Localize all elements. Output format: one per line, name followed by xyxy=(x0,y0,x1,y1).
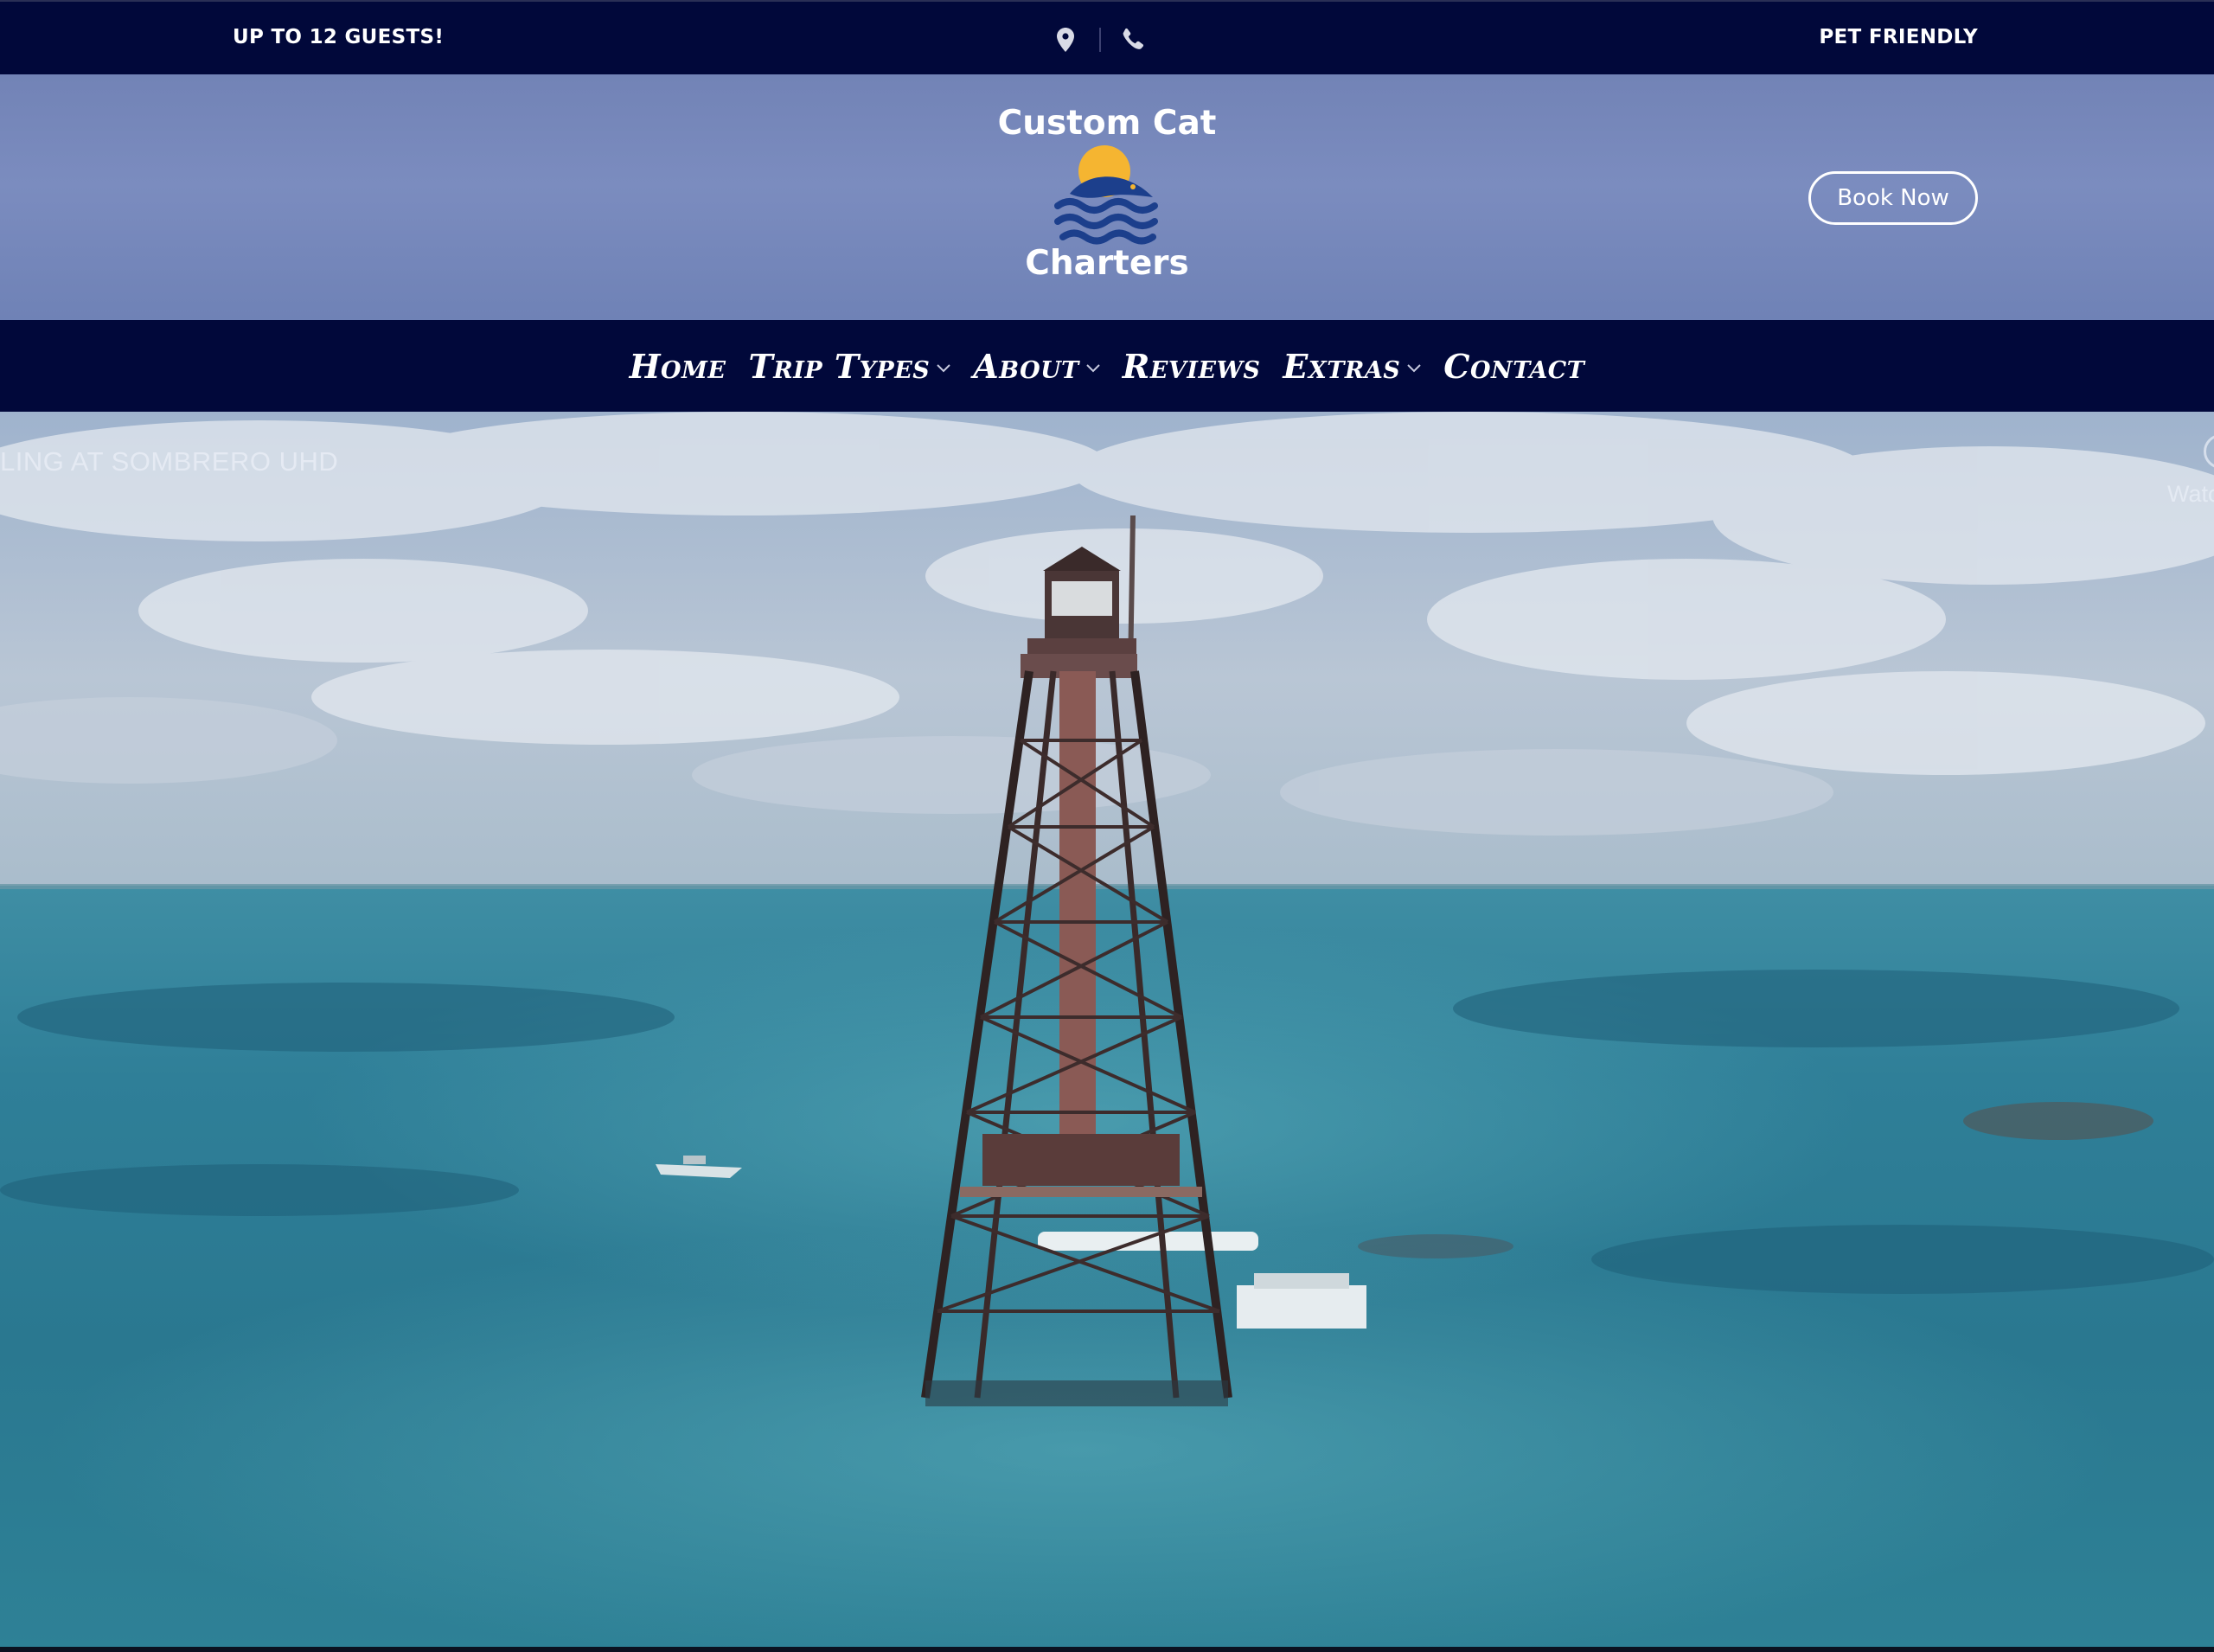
video-title[interactable]: LING AT SOMBRERO UHD xyxy=(0,446,338,477)
logo-text-bottom: Charters xyxy=(1025,244,1189,283)
chevron-down-icon xyxy=(937,364,951,373)
sunset-fish-waves-icon xyxy=(1054,145,1158,245)
lighthouse-sea-scene xyxy=(0,412,2214,1652)
nav-item-trip-types[interactable]: Trip Types xyxy=(748,346,951,386)
nav-item-reviews[interactable]: Reviews xyxy=(1123,347,1261,386)
site-header: Custom Cat Charters Book Now xyxy=(0,74,2214,320)
book-now-button[interactable]: Book Now xyxy=(1808,171,1978,225)
icon-divider xyxy=(1099,28,1101,52)
guest-capacity-text: UP TO 12 GUESTS! xyxy=(233,26,445,48)
nav-item-contact[interactable]: Contact xyxy=(1443,347,1584,386)
watch-later-label[interactable]: Watc xyxy=(2167,481,2214,508)
nav-item-label: Contact xyxy=(1443,346,1585,386)
contact-icons xyxy=(1053,24,1146,55)
location-pin-icon[interactable] xyxy=(1053,25,1078,54)
nav-item-label: Reviews xyxy=(1122,346,1261,386)
nav-item-extras[interactable]: Extras xyxy=(1283,346,1422,386)
logo-text-top: Custom Cat xyxy=(997,104,1217,143)
main-navigation: Home Trip Types About Reviews Extras Con… xyxy=(0,320,2214,412)
top-info-bar: UP TO 12 GUESTS! PET FRIENDLY xyxy=(0,0,2214,74)
phone-icon[interactable] xyxy=(1120,25,1146,54)
brand-logo[interactable]: Custom Cat Charters xyxy=(982,104,1232,294)
chevron-down-icon xyxy=(1407,364,1422,373)
nav-item-label: About xyxy=(973,346,1079,386)
nav-item-label: Trip Types xyxy=(748,346,931,386)
nav-item-home[interactable]: Home xyxy=(630,347,726,386)
nav-item-label: Home xyxy=(629,346,726,386)
video-bottom-edge xyxy=(0,1647,2214,1652)
hero-video[interactable]: LING AT SOMBRERO UHD Watc xyxy=(0,412,2214,1652)
nav-item-label: Extras xyxy=(1283,346,1401,386)
nav-item-about[interactable]: About xyxy=(973,346,1100,386)
chevron-down-icon xyxy=(1086,364,1100,373)
pet-friendly-text: PET FRIENDLY xyxy=(1819,26,1978,48)
